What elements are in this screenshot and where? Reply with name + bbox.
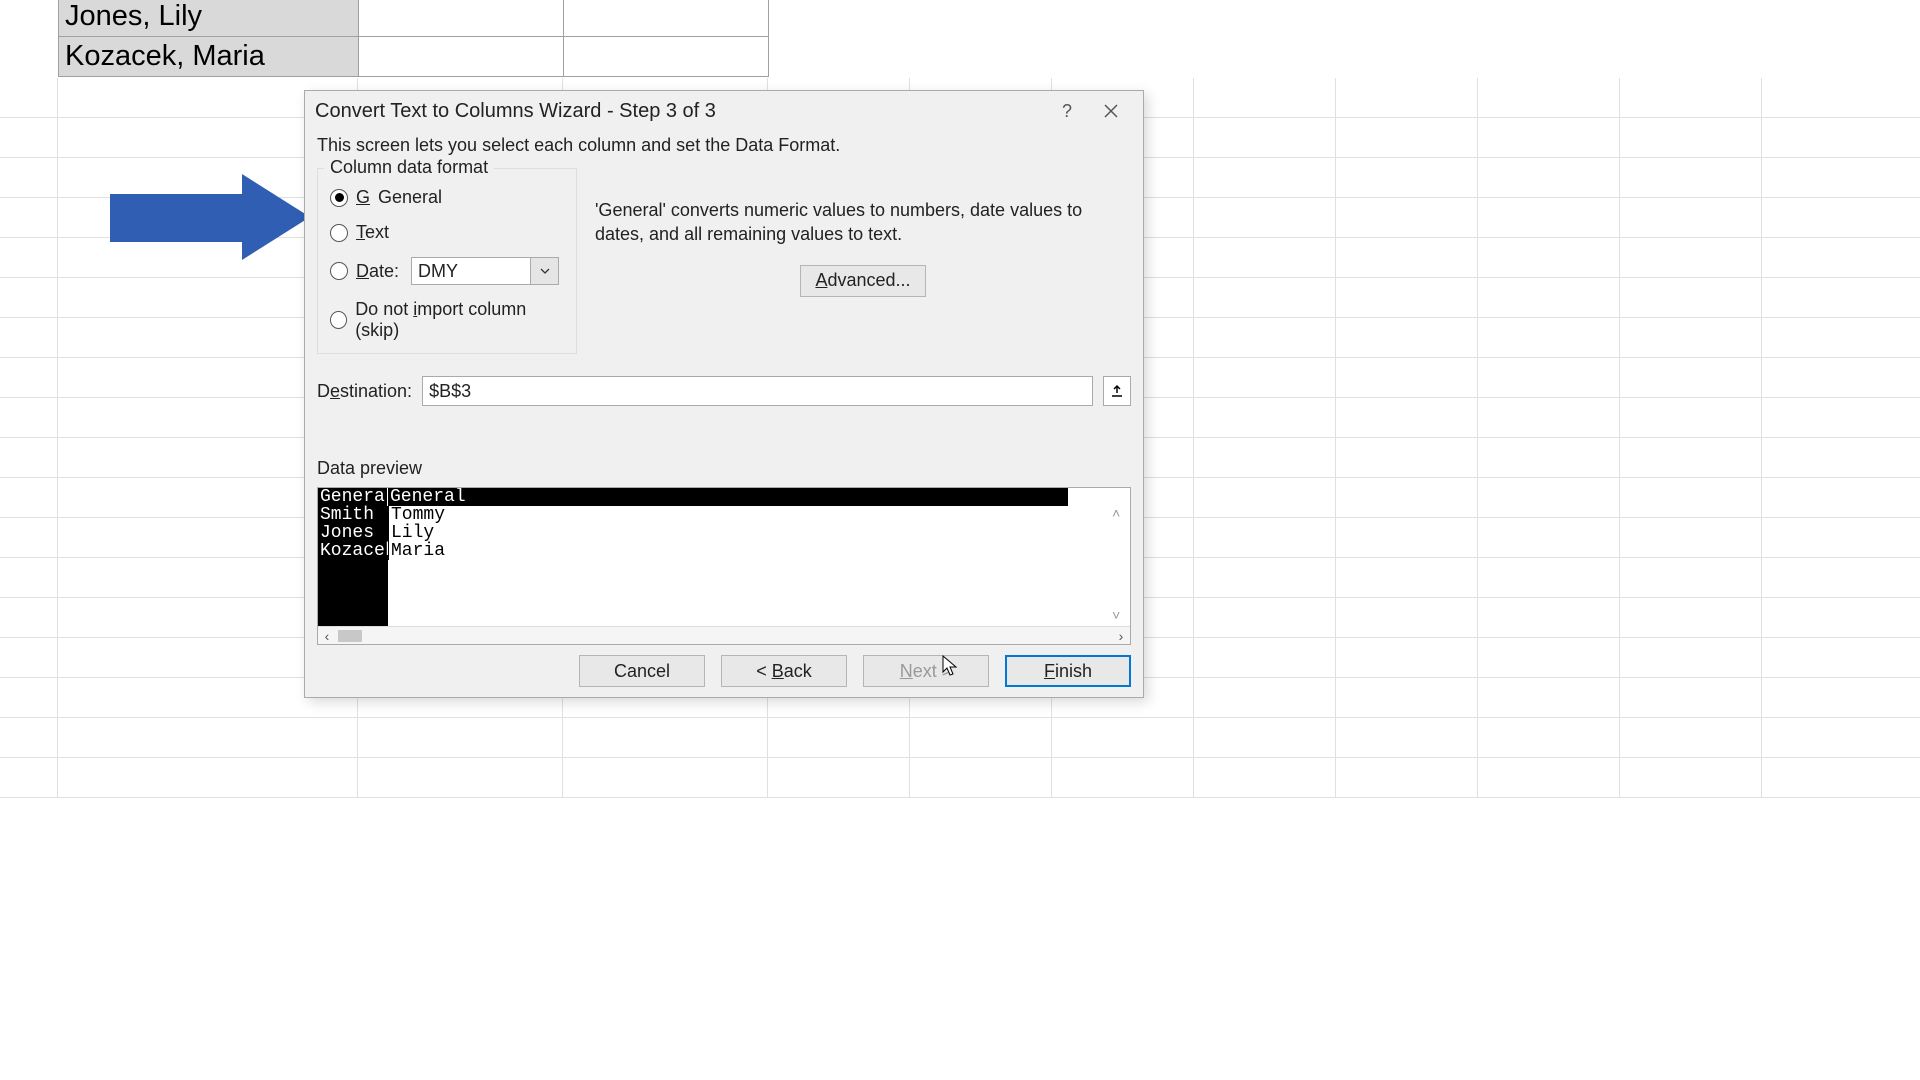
dialog-instruction: This screen lets you select each column …	[317, 135, 1131, 156]
radio-text[interactable]: Text Text	[330, 222, 564, 243]
next-button: Next >Next >	[863, 655, 989, 687]
advanced-button[interactable]: Advanced...Advanced...	[800, 265, 926, 297]
scroll-up-icon: ˄	[1112, 508, 1128, 522]
radio-date[interactable]: Date: Date: DMY	[330, 257, 564, 285]
destination-label: Destination:	[317, 381, 412, 402]
finish-button[interactable]: FinishFinish	[1005, 655, 1131, 687]
collapse-dialog-icon	[1110, 384, 1124, 398]
preview-header: General	[318, 488, 388, 506]
selected-cells[interactable]: Jones, Lily Kozacek, Maria	[58, 0, 769, 77]
cell-data[interactable]: Kozacek, Maria	[59, 37, 359, 77]
range-picker-button[interactable]	[1103, 376, 1131, 406]
radio-icon	[330, 311, 347, 329]
cell-data[interactable]: Jones, Lily	[59, 0, 359, 37]
scroll-thumb[interactable]	[338, 630, 362, 642]
preview-cell: Jones	[318, 524, 388, 542]
radio-skip[interactable]: Do not import column (skip) Do not impor…	[330, 299, 564, 341]
text-to-columns-wizard-dialog: Convert Text to Columns Wizard - Step 3 …	[304, 90, 1144, 698]
cancel-button[interactable]: Cancel	[579, 655, 705, 687]
date-format-value: DMY	[412, 261, 530, 282]
close-button[interactable]	[1089, 96, 1133, 126]
date-format-select[interactable]: DMY	[411, 257, 559, 285]
column-data-format-group: Column data format G General General Tex…	[317, 168, 577, 354]
preview-vertical-scrollbar[interactable]: ˄ ˅	[1112, 508, 1128, 624]
cell-empty[interactable]	[564, 0, 769, 37]
radio-icon	[330, 224, 348, 242]
radio-icon	[330, 262, 348, 280]
preview-cell: Kozacek	[318, 542, 388, 560]
radio-label: General	[378, 187, 442, 208]
preview-cell: Maria	[388, 542, 1068, 560]
radio-general[interactable]: G General General	[330, 187, 564, 208]
close-icon	[1104, 104, 1118, 118]
callout-arrow-icon	[110, 174, 310, 260]
dialog-titlebar[interactable]: Convert Text to Columns Wizard - Step 3 …	[305, 91, 1143, 131]
scroll-left-icon: ‹	[318, 628, 336, 644]
preview-cell: Lily	[388, 524, 1068, 542]
preview-column-2[interactable]: General Tommy Lily Maria	[388, 488, 1068, 626]
wizard-button-row: Cancel < Back< Back Next >Next > FinishF…	[305, 645, 1143, 697]
preview-cell: Smith	[318, 506, 388, 524]
cell-empty[interactable]	[359, 0, 564, 37]
mouse-cursor-icon	[942, 655, 958, 677]
radio-icon	[330, 189, 348, 207]
format-hint: 'General' converts numeric values to num…	[595, 198, 1131, 247]
cell-empty[interactable]	[359, 37, 564, 77]
group-legend: Column data format	[324, 157, 494, 178]
help-button[interactable]: ?	[1045, 96, 1089, 126]
preview-cell: Tommy	[388, 506, 1068, 524]
destination-input[interactable]: $B$3	[422, 376, 1093, 406]
radio-label: Do not import column (skip)	[355, 299, 564, 341]
preview-horizontal-scrollbar[interactable]: ‹ ›	[318, 626, 1130, 644]
chevron-down-icon	[530, 258, 558, 284]
radio-label: Date:	[356, 261, 399, 282]
scroll-right-icon: ›	[1112, 628, 1130, 644]
data-preview-label: Data preview	[317, 458, 1131, 479]
back-button[interactable]: < Back< Back	[721, 655, 847, 687]
preview-header: General	[388, 488, 1068, 506]
preview-column-1[interactable]: General Smith Jones Kozacek	[318, 488, 388, 626]
scroll-down-icon: ˅	[1112, 610, 1128, 624]
data-preview[interactable]: General Smith Jones Kozacek General Tomm…	[317, 487, 1131, 645]
radio-label: Text	[356, 222, 389, 243]
dialog-title: Convert Text to Columns Wizard - Step 3 …	[315, 100, 716, 123]
cell-empty[interactable]	[564, 37, 769, 77]
